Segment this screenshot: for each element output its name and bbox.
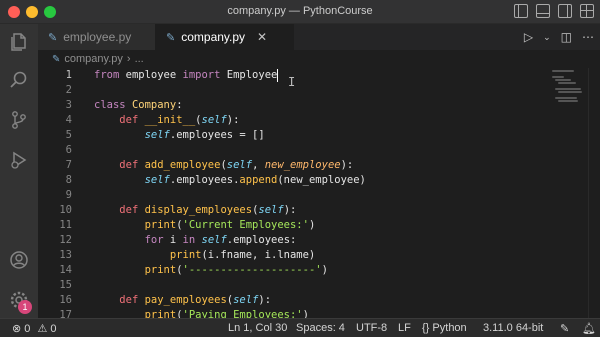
code-line[interactable]: 2 bbox=[38, 83, 558, 98]
line-number: 9 bbox=[65, 189, 72, 201]
code-text: for i in self.employees: bbox=[144, 234, 297, 246]
code-line[interactable]: 7 def add_employee(self, new_employee): bbox=[38, 158, 558, 173]
python-file-icon: ✎ bbox=[166, 31, 176, 44]
run-debug-icon[interactable] bbox=[9, 150, 29, 170]
breadcrumb-file[interactable]: company.py bbox=[64, 53, 123, 65]
line-number: 4 bbox=[65, 114, 72, 126]
line-number: 6 bbox=[65, 144, 72, 156]
line-number: 16 bbox=[59, 294, 72, 306]
code-line[interactable]: 9 bbox=[38, 188, 558, 203]
code-line[interactable]: 5 self.employees = [] bbox=[38, 128, 558, 143]
feedback-icon[interactable]: ✎ bbox=[560, 322, 569, 335]
code-text: print(i.fname, i.lname) bbox=[169, 249, 316, 261]
code-text: self.employees = [] bbox=[144, 129, 265, 141]
code-text: print('Paying Employees:') bbox=[144, 309, 309, 318]
code-line[interactable]: 6 bbox=[38, 143, 558, 158]
line-number: 2 bbox=[65, 84, 72, 96]
code-editor[interactable]: 1 from employee import Employee 2 3 class Co… bbox=[38, 68, 600, 318]
python-file-icon: ✎ bbox=[52, 53, 61, 65]
code-line[interactable]: 10 def display_employees(self): bbox=[38, 203, 558, 218]
code-line[interactable]: 14 print('--------------------') bbox=[38, 263, 558, 278]
code-line[interactable]: 16 def pay_employees(self): bbox=[38, 293, 558, 308]
code-line[interactable]: 8 self.employees.append(new_employee) bbox=[38, 173, 558, 188]
tab-label: company.py bbox=[181, 30, 246, 44]
warning-count: 0 bbox=[50, 323, 57, 335]
code-text: class Company: bbox=[94, 99, 183, 111]
code-text: def __init__(self): bbox=[119, 114, 240, 126]
line-number: 12 bbox=[59, 234, 72, 246]
code-line[interactable]: 15 bbox=[38, 278, 558, 293]
mouse-ibeam-cursor: I bbox=[288, 75, 296, 89]
toggle-sidebar-icon[interactable] bbox=[514, 4, 528, 18]
line-number: 11 bbox=[59, 219, 72, 231]
code-text: print('Current Employees:') bbox=[144, 219, 316, 231]
search-icon[interactable] bbox=[9, 70, 29, 90]
chevron-down-icon[interactable]: ⌄ bbox=[543, 32, 551, 43]
error-icon: ⊗ bbox=[12, 323, 22, 335]
line-number: 7 bbox=[65, 159, 72, 171]
warning-icon: ⚠ bbox=[37, 323, 48, 335]
editor-tabs: ✎ employee.py ✎ company.py ✕ ▷ ⌄ ◫ ⋯ bbox=[38, 24, 600, 50]
customize-layout-icon[interactable] bbox=[580, 4, 594, 18]
language-label: Python bbox=[432, 322, 467, 334]
tab-label: employee.py bbox=[63, 30, 132, 44]
code-text: def pay_employees(self): bbox=[119, 294, 272, 306]
eol-status[interactable]: LF bbox=[398, 322, 411, 334]
toggle-secondary-sidebar-icon[interactable] bbox=[558, 4, 572, 18]
line-number: 3 bbox=[65, 99, 72, 111]
indentation-status[interactable]: Spaces: 4 bbox=[296, 322, 345, 334]
tab-employee-py[interactable]: ✎ employee.py bbox=[38, 24, 156, 50]
run-file-icon[interactable]: ▷ bbox=[524, 30, 533, 44]
code-line[interactable]: 11 print('Current Employees:') bbox=[38, 218, 558, 233]
source-control-icon[interactable] bbox=[9, 110, 29, 130]
line-number: 1 bbox=[65, 69, 72, 81]
code-text: def display_employees(self): bbox=[119, 204, 297, 216]
code-line[interactable]: 1 from employee import Employee bbox=[38, 68, 558, 83]
breadcrumb-more[interactable]: ... bbox=[135, 53, 144, 65]
code-text: self.employees.append(new_employee) bbox=[144, 174, 366, 186]
braces-icon: {} bbox=[422, 322, 430, 334]
code-line[interactable]: 3 class Company: bbox=[38, 98, 558, 113]
activity-bar bbox=[0, 24, 38, 318]
explorer-icon[interactable] bbox=[9, 32, 29, 52]
python-interpreter[interactable]: 3.11.0 64-bit bbox=[483, 322, 543, 334]
tab-company-py[interactable]: ✎ company.py ✕ bbox=[156, 24, 294, 50]
line-number: 13 bbox=[59, 249, 72, 261]
language-mode[interactable]: {} Python bbox=[422, 322, 467, 334]
status-bar: ⊗ 0 ⚠ 0 Ln 1, Col 30 Spaces: 4 UTF-8 LF … bbox=[0, 318, 600, 337]
cursor-position[interactable]: Ln 1, Col 30 bbox=[228, 322, 287, 334]
notifications-icon[interactable]: 🔔︎ bbox=[582, 322, 596, 335]
code-line[interactable]: 17 print('Paying Employees:') bbox=[38, 308, 558, 318]
more-actions-icon[interactable]: ⋯ bbox=[582, 30, 594, 44]
code-line[interactable]: 13 print(i.fname, i.lname) bbox=[38, 248, 558, 263]
code-text: print('--------------------') bbox=[144, 264, 328, 276]
python-file-icon: ✎ bbox=[48, 31, 58, 44]
problems-indicator[interactable]: ⊗ 0 ⚠ 0 bbox=[12, 322, 57, 335]
line-number: 15 bbox=[59, 279, 72, 291]
line-number: 8 bbox=[65, 174, 72, 186]
window-title: company.py — PythonCourse bbox=[227, 5, 373, 17]
breadcrumb: ✎ company.py › ... bbox=[38, 50, 600, 68]
toggle-panel-icon[interactable] bbox=[536, 4, 550, 18]
code-text: from employee import Employee bbox=[94, 68, 279, 82]
code-line[interactable]: 4 def __init__(self): bbox=[38, 113, 558, 128]
line-number: 17 bbox=[59, 309, 72, 318]
settings-update-badge: 1 bbox=[18, 300, 32, 314]
code-line[interactable]: 12 for i in self.employees: bbox=[38, 233, 558, 248]
error-count: 0 bbox=[24, 323, 31, 335]
text-caret bbox=[277, 68, 279, 82]
line-number: 14 bbox=[59, 264, 72, 276]
encoding-status[interactable]: UTF-8 bbox=[356, 322, 387, 334]
line-number: 10 bbox=[59, 204, 72, 216]
vertical-scrollbar[interactable] bbox=[588, 68, 600, 318]
account-icon[interactable] bbox=[9, 250, 29, 270]
title-bar: company.py — PythonCourse bbox=[0, 0, 600, 24]
split-editor-icon[interactable]: ◫ bbox=[561, 30, 572, 44]
breadcrumb-separator: › bbox=[126, 53, 131, 65]
close-tab-icon[interactable]: ✕ bbox=[257, 30, 267, 44]
line-number: 5 bbox=[65, 129, 72, 141]
code-text: def add_employee(self, new_employee): bbox=[119, 159, 354, 171]
minimap[interactable] bbox=[552, 70, 582, 106]
